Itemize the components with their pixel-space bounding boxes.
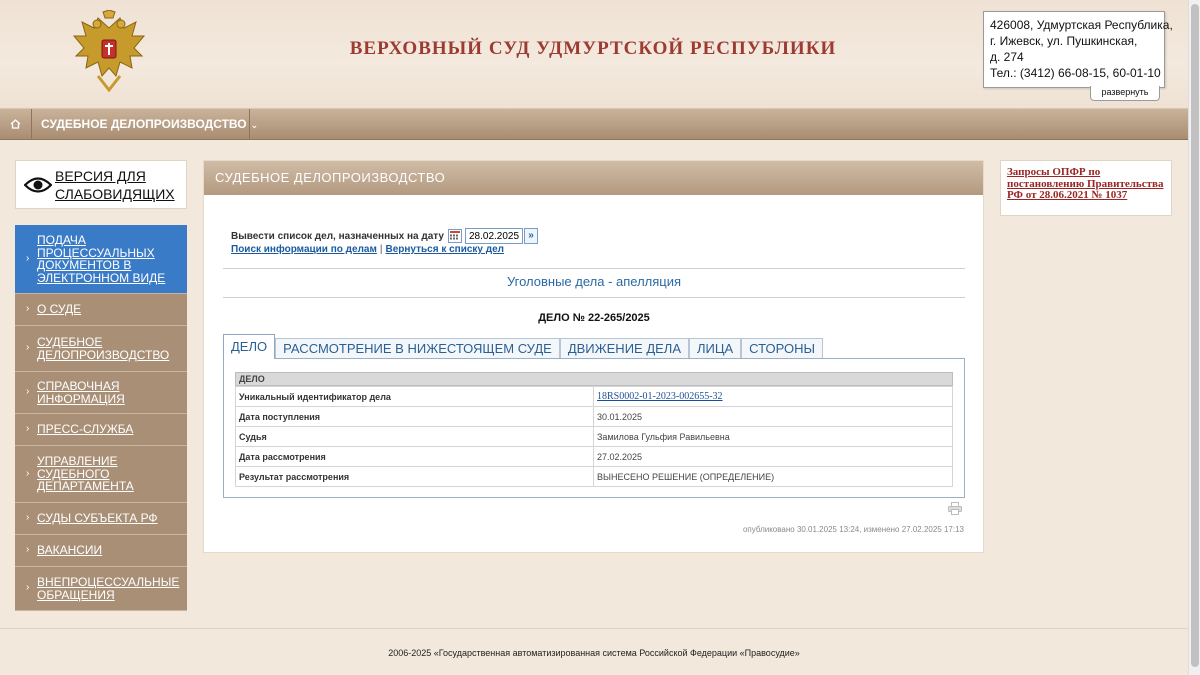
row-value: 30.01.2025 [593,406,953,427]
menu-item-electronic-filing[interactable]: › Подача процессуальных документов в эле… [15,225,187,294]
low-vision-label-line2: СЛАБОВИДЯЩИХ [55,186,175,202]
table-row: Судья Замилова Гульфия Равильевна [235,426,953,447]
divider [223,268,965,269]
show-date-button[interactable]: » [523,228,538,244]
chevron-right-icon: › [26,423,30,435]
chevron-right-icon: › [26,582,30,594]
contact-address-line1: 426008, Удмуртская Республика, [990,18,1173,32]
menu-item-label: Управление Судебного департамента [37,454,134,494]
coat-of-arms-icon [72,10,146,93]
contact-phone: Тел.: (3412) 66-08-15, 60-01-10 [990,66,1161,80]
tab-case[interactable]: ДЕЛО [223,334,276,359]
calendar-icon[interactable] [447,229,462,243]
menu-item-judicial-department[interactable]: › Управление Судебного департамента [15,446,187,503]
low-vision-version-box[interactable]: ВЕРСИЯ ДЛЯ СЛАБОВИДЯЩИХ [15,160,187,209]
published-info: опубликовано 30.01.2025 13:24, изменено … [742,525,964,534]
menu-item-label: Судебное делопроизводство [37,335,170,362]
print-icon[interactable] [948,502,962,515]
opfr-requests-box: Запросы ОПФР по постановлению Правительс… [1000,160,1172,216]
tab-persons[interactable]: ЛИЦА [689,338,742,359]
row-key: Дата поступления [235,406,594,427]
tab-content-case: ДЕЛО Уникальный идентификатор дела 18RS0… [223,358,965,498]
back-to-list-link[interactable]: Вернуться к списку дел [385,244,504,255]
chevron-right-icon: › [26,386,30,398]
menu-item-label: Пресс-служба [37,422,134,437]
table-row: Уникальный идентификатор дела 18RS0002-0… [235,386,953,407]
menu-item-regional-courts[interactable]: › Суды субъекта РФ [15,503,187,535]
home-button[interactable] [0,109,32,139]
menu-item-reference-info[interactable]: › Справочная информация [15,372,187,414]
menu-item-label: Вакансии [37,543,103,558]
menu-item-label: Справочная информация [37,379,125,406]
site-header: ВЕРХОВНЫЙ СУД УДМУРТСКОЙ РЕСПУБЛИКИ 4260… [0,0,1188,108]
page-scrollbar[interactable] [1188,0,1200,675]
row-value: ВЫНЕСЕНО РЕШЕНИЕ (ОПРЕДЕЛЕНИЕ) [593,466,953,487]
case-number: ДЕЛО № 22-265/2025 [538,312,650,324]
eye-icon [24,177,52,193]
table-row: Дата поступления 30.01.2025 [235,406,953,427]
table-row: Результат рассмотрения ВЫНЕСЕНО РЕШЕНИЕ … [235,466,953,487]
search-links-row: Поиск информации по делам | Вернуться к сп… [231,244,504,255]
site-title: ВЕРХОВНЫЙ СУД УДМУРТСКОЙ РЕСПУБЛИКИ [349,38,837,59]
chevron-right-icon: › [26,512,30,524]
menu-item-label: Подача процессуальных документов в элект… [37,233,166,285]
row-key: Дата рассмотрения [235,446,594,467]
tab-lower-court[interactable]: РАССМОТРЕНИЕ В НИЖЕСТОЯЩЕМ СУДЕ [275,338,560,359]
table-row: Дата рассмотрения 27.02.2025 [235,446,953,467]
low-vision-version-link[interactable]: ВЕРСИЯ ДЛЯ СЛАБОВИДЯЩИХ [55,167,175,203]
left-menu: › Подача процессуальных документов в эле… [15,225,187,611]
row-key: Уникальный идентификатор дела [235,386,594,407]
menu-item-label: Внепроцессуальные обращения [37,575,180,602]
opfr-requests-link[interactable]: Запросы ОПФР по постановлению Правительс… [1007,166,1165,202]
chevron-right-icon: › [26,342,30,354]
case-tabs: ДЕЛО РАССМОТРЕНИЕ В НИЖЕСТОЯЩЕМ СУДЕ ДВИ… [223,334,823,359]
date-filter-row: Вывести список дел, назначенных на дату … [231,228,538,244]
tab-parties[interactable]: СТОРОНЫ [741,338,823,359]
case-uid-link[interactable]: 18RS0002-01-2023-002655-32 [597,391,723,402]
menu-item-label: О суде [37,302,82,317]
footer-divider [0,628,1188,629]
row-value: 18RS0002-01-2023-002655-32 [593,386,953,407]
contact-address-line2: г. Ижевск, ул. Пушкинская, [990,34,1138,48]
menu-item-non-procedural-appeals[interactable]: › Внепроцессуальные обращения [15,567,187,611]
panel-title: СУДЕБНОЕ ДЕЛОПРОИЗВОДСТВО [204,161,983,195]
menu-item-about-court[interactable]: › О суде [15,294,187,326]
chevron-right-icon: › [26,544,30,556]
chevron-right-icon: › [26,303,30,315]
chevron-down-icon: ⌄ [250,120,259,130]
tab-case-movement[interactable]: ДВИЖЕНИЕ ДЕЛА [559,338,689,359]
date-filter-label: Вывести список дел, назначенных на дату [231,230,444,242]
link-separator: | [379,244,383,255]
row-key: Результат рассмотрения [235,466,594,487]
case-details-table: Уникальный идентификатор дела 18RS0002-0… [235,386,953,487]
menu-item-court-proceedings[interactable]: › Судебное делопроизводство [15,326,187,372]
row-value: 27.02.2025 [593,446,953,467]
low-vision-label-line1: ВЕРСИЯ ДЛЯ [55,168,146,184]
footer-copyright: 2006-2025 «Государственная автоматизиров… [388,648,800,658]
main-panel: СУДЕБНОЕ ДЕЛОПРОИЗВОДСТВО Вывести список… [203,160,984,553]
chevron-right-icon: › [26,467,30,479]
contact-address-line3: д. 274 [990,50,1024,64]
nav-item-court-proceedings[interactable]: СУДЕБНОЕ ДЕЛОПРОИЗВОДСТВО ⌄ [32,109,258,139]
case-search-link[interactable]: Поиск информации по делам [231,244,377,255]
menu-item-press-service[interactable]: › Пресс-служба [15,414,187,446]
expand-contact-button[interactable]: развернуть [1090,86,1160,101]
menu-item-label: Суды субъекта РФ [37,511,158,526]
divider [223,297,965,298]
row-key: Судья [235,426,594,447]
row-value: Замилова Гульфия Равильевна [593,426,953,447]
top-navbar: СУДЕБНОЕ ДЕЛОПРОИЗВОДСТВО ⌄ [0,108,1188,140]
case-category: Уголовные дела - апелляция [506,274,682,289]
table-header: ДЕЛО [235,372,953,386]
home-icon [10,119,21,129]
date-input[interactable] [464,228,523,244]
scrollbar-thumb[interactable] [1191,4,1199,667]
chevron-right-icon: › [26,252,30,264]
contact-box: 426008, Удмуртская Республика, г. Ижевск… [983,11,1173,88]
menu-item-vacancies[interactable]: › Вакансии [15,535,187,567]
nav-item-label: СУДЕБНОЕ ДЕЛОПРОИЗВОДСТВО [41,117,247,131]
